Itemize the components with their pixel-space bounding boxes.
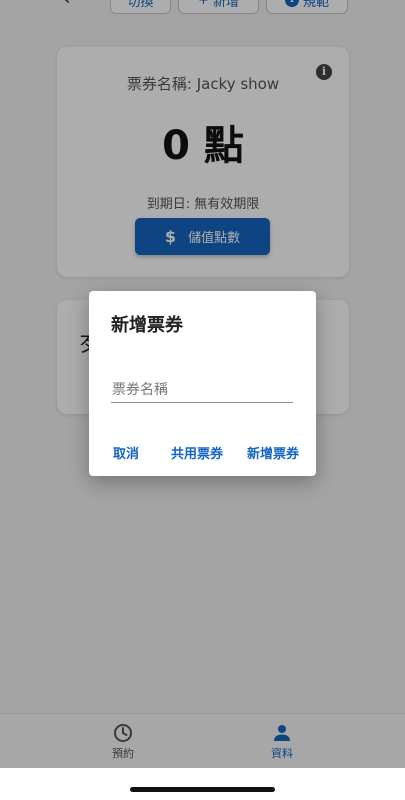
add-ticket-button[interactable]: 新增票券	[247, 443, 299, 462]
ticket-name-input[interactable]	[111, 377, 293, 403]
add-ticket-dialog: 新增票券 取消 共用票券 新增票券	[89, 291, 316, 476]
shared-ticket-button[interactable]: 共用票券	[171, 443, 223, 462]
home-indicator[interactable]	[130, 787, 275, 792]
app-screen: ‹ 切換 + 新增 i 規範 i 票券名稱: Jacky show 0 點 到期…	[0, 0, 405, 768]
dialog-title: 新增票券	[111, 315, 183, 336]
dialog-actions: 取消 共用票券 新增票券	[89, 443, 316, 463]
cancel-button[interactable]: 取消	[113, 443, 139, 462]
